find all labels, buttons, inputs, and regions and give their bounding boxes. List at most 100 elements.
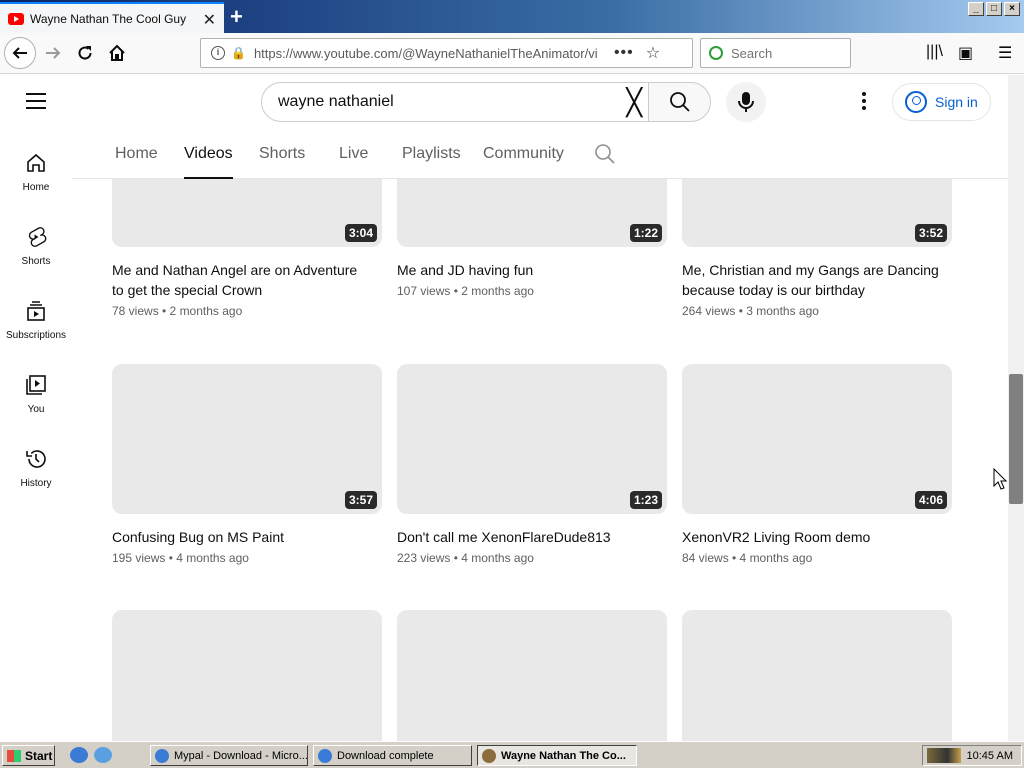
- video-duration: 3:04: [344, 224, 377, 242]
- video-card[interactable]: [112, 610, 382, 741]
- navigation-toolbar: i 🔒 https://www.youtube.com/@WayneNathan…: [0, 33, 1024, 74]
- video-thumbnail[interactable]: [682, 610, 952, 741]
- maximize-button[interactable]: □: [986, 2, 1002, 16]
- youtube-search-button[interactable]: [648, 82, 711, 122]
- page-scrollbar-thumb[interactable]: [1009, 374, 1023, 504]
- tab-shorts[interactable]: Shorts: [259, 145, 305, 179]
- windows-logo-icon: [7, 749, 21, 762]
- video-title[interactable]: Me and Nathan Angel are on Adventure to …: [112, 260, 372, 300]
- forward-button[interactable]: [38, 39, 68, 67]
- video-meta: 264 views • 3 months ago: [682, 304, 819, 318]
- video-thumbnail[interactable]: 3:04: [112, 179, 382, 247]
- channel-search-icon[interactable]: [594, 143, 616, 170]
- forward-arrow-icon: [46, 47, 61, 59]
- taskbar-item-download[interactable]: Download complete: [313, 745, 472, 766]
- guide-item-subscriptions[interactable]: Subscriptions: [0, 299, 72, 363]
- guide-item-history[interactable]: History: [0, 447, 72, 511]
- video-thumbnail[interactable]: 1:23: [397, 364, 667, 514]
- taskbar-item-wayne-nathan[interactable]: Wayne Nathan The Co...: [477, 745, 637, 766]
- reload-button[interactable]: [70, 39, 100, 67]
- video-card[interactable]: 1:22 Me and JD having fun 107 views • 2 …: [397, 179, 667, 298]
- guide-label: History: [20, 478, 52, 489]
- tray-icons[interactable]: [927, 748, 961, 763]
- guide-label: You: [27, 404, 45, 415]
- taskbar-item-mypal[interactable]: Mypal - Download - Micro...: [150, 745, 308, 766]
- tab-videos[interactable]: Videos: [184, 145, 233, 179]
- video-card[interactable]: [397, 610, 667, 741]
- info-icon[interactable]: i: [211, 46, 225, 60]
- reload-icon: [78, 46, 92, 60]
- sidebar-icon[interactable]: ▣: [958, 43, 973, 63]
- browser-tab[interactable]: Wayne Nathan The Cool Guy 813 ✕: [0, 2, 224, 33]
- start-label: Start: [25, 748, 53, 763]
- guide-sidebar: Home Shorts Subscriptions You History: [0, 131, 72, 741]
- sign-in-button[interactable]: Sign in: [892, 83, 991, 121]
- clear-search-icon[interactable]: ╳: [626, 89, 642, 115]
- lock-icon[interactable]: 🔒: [231, 46, 246, 60]
- menu-icon[interactable]: ☰: [998, 43, 1012, 63]
- browser-tab-strip: Wayne Nathan The Cool Guy 813 ✕ + _ □ ×: [0, 0, 1024, 33]
- video-meta: 223 views • 4 months ago: [397, 551, 534, 565]
- video-card[interactable]: 1:23 Don't call me XenonFlareDude813 223…: [397, 364, 667, 565]
- video-card[interactable]: 3:52 Me, Christian and my Gangs are Danc…: [682, 179, 952, 318]
- guide-item-you[interactable]: You: [0, 373, 72, 437]
- tab-close-icon[interactable]: ✕: [203, 10, 216, 30]
- microphone-icon: [738, 92, 754, 112]
- minimize-button[interactable]: _: [968, 2, 984, 16]
- windows-taskbar: Start Mypal - Download - Micro... Downlo…: [0, 741, 1024, 768]
- browser-search-box[interactable]: Search: [700, 38, 851, 68]
- video-thumbnail[interactable]: 1:22: [397, 179, 667, 247]
- guide-item-home[interactable]: Home: [0, 151, 72, 215]
- settings-more-icon[interactable]: [862, 92, 868, 113]
- back-arrow-icon: [12, 47, 27, 59]
- account-icon: [905, 91, 927, 113]
- home-icon: [109, 44, 125, 61]
- tab-live[interactable]: Live: [339, 145, 368, 179]
- video-title[interactable]: Don't call me XenonFlareDude813: [397, 527, 657, 547]
- video-title[interactable]: Confusing Bug on MS Paint: [112, 527, 372, 547]
- video-duration: 1:23: [629, 491, 662, 509]
- quicklaunch-browser-icon[interactable]: [70, 747, 88, 763]
- video-card[interactable]: [682, 610, 952, 741]
- video-thumbnail[interactable]: [112, 610, 382, 741]
- start-button[interactable]: Start: [2, 745, 55, 766]
- new-tab-button[interactable]: +: [230, 4, 243, 30]
- back-button[interactable]: [4, 37, 36, 69]
- video-duration: 1:22: [629, 224, 662, 242]
- tab-community[interactable]: Community: [483, 145, 564, 179]
- bookmark-star-icon[interactable]: ☆: [646, 43, 660, 63]
- video-duration: 4:06: [914, 491, 947, 509]
- youtube-favicon-icon: [8, 12, 24, 25]
- video-thumbnail[interactable]: 3:57: [112, 364, 382, 514]
- video-card[interactable]: 3:04 Me and Nathan Angel are on Adventur…: [112, 179, 382, 318]
- video-title[interactable]: XenonVR2 Living Room demo: [682, 527, 942, 547]
- shorts-icon: [24, 225, 48, 249]
- taskbar-item-label: Download complete: [337, 749, 434, 762]
- url-text[interactable]: https://www.youtube.com/@WayneNathanielT…: [254, 46, 602, 61]
- page-actions-icon[interactable]: •••: [614, 44, 634, 62]
- home-button[interactable]: [102, 39, 132, 67]
- video-thumbnail[interactable]: 4:06: [682, 364, 952, 514]
- guide-label: Home: [22, 182, 50, 193]
- video-title[interactable]: Me, Christian and my Gangs are Dancing b…: [682, 260, 942, 300]
- address-bar[interactable]: i 🔒 https://www.youtube.com/@WayneNathan…: [200, 38, 693, 68]
- channel-tabs: Home Videos Shorts Live Playlists Commun…: [72, 131, 1008, 179]
- guide-menu-icon[interactable]: [26, 93, 46, 109]
- guide-item-shorts[interactable]: Shorts: [0, 225, 72, 289]
- video-title[interactable]: Me and JD having fun: [397, 260, 657, 280]
- video-thumbnail[interactable]: 3:52: [682, 179, 952, 247]
- video-thumbnail[interactable]: [397, 610, 667, 741]
- video-meta: 107 views • 2 months ago: [397, 284, 534, 298]
- video-card[interactable]: 4:06 XenonVR2 Living Room demo 84 views …: [682, 364, 952, 565]
- video-card[interactable]: 3:57 Confusing Bug on MS Paint 195 views…: [112, 364, 382, 565]
- tab-home[interactable]: Home: [115, 145, 158, 179]
- youtube-search-input[interactable]: wayne nathaniel ╳: [261, 82, 649, 122]
- quicklaunch-ie-icon[interactable]: [94, 747, 112, 763]
- library-icon[interactable]: |||\: [926, 43, 943, 61]
- subscriptions-icon: [24, 299, 48, 323]
- window-controls: _ □ ×: [968, 2, 1020, 16]
- close-window-button[interactable]: ×: [1004, 2, 1020, 16]
- tab-playlists[interactable]: Playlists: [402, 145, 461, 179]
- voice-search-button[interactable]: [726, 82, 766, 122]
- clock: 10:45 AM: [966, 749, 1013, 762]
